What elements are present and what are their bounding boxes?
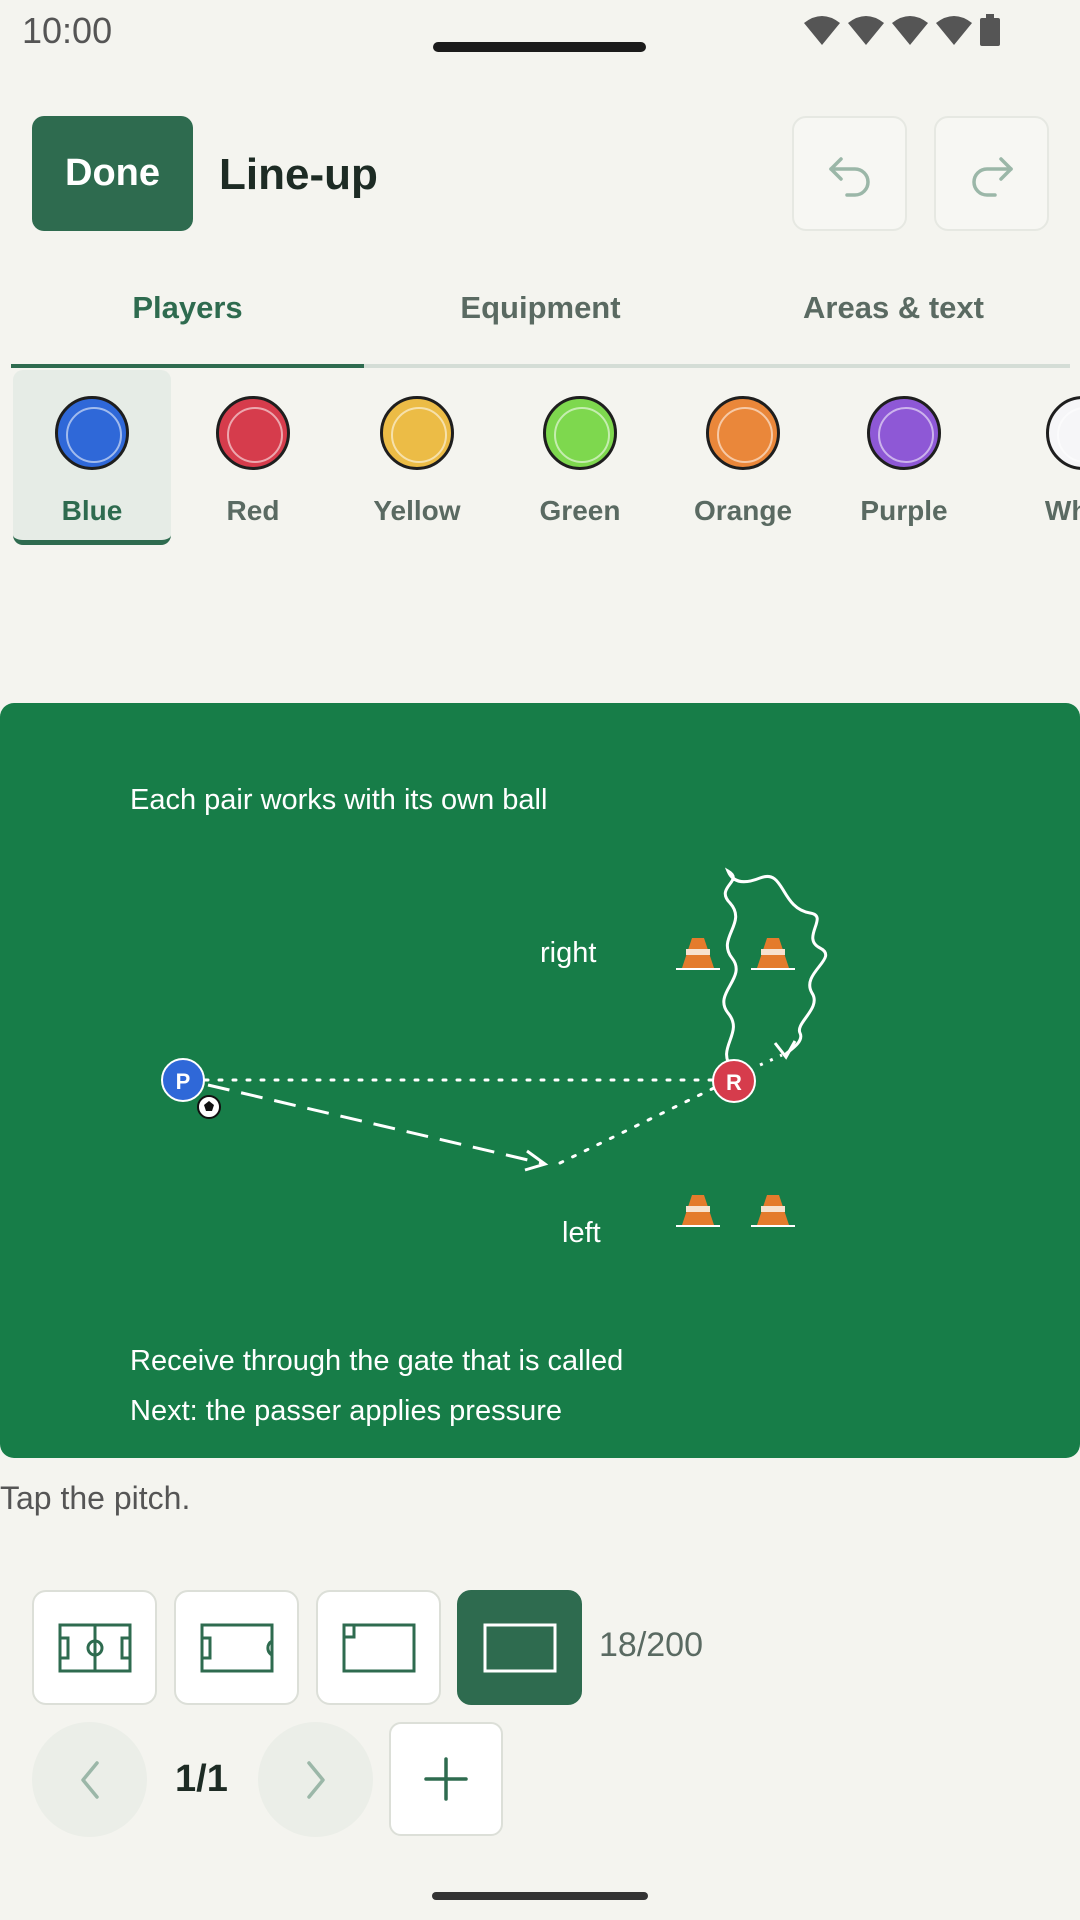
- player-blue[interactable]: P: [161, 1058, 205, 1102]
- previous-page-button[interactable]: [32, 1722, 147, 1837]
- next-page-button[interactable]: [258, 1722, 373, 1837]
- run-arrowhead: [524, 1149, 549, 1172]
- player-marker-label: R: [726, 1070, 742, 1095]
- corner-pitch-icon: [342, 1623, 415, 1672]
- swatch-label: Orange: [693, 495, 793, 526]
- swatch-label: Blue: [61, 495, 123, 526]
- chevron-left-icon: [80, 1760, 99, 1799]
- done-button[interactable]: Done: [32, 116, 193, 231]
- swatch-yellow[interactable]: Yellow: [338, 370, 496, 545]
- undo-icon: [828, 156, 870, 197]
- tab-bar: Players Equipment Areas & text: [11, 268, 1070, 368]
- battery-icon: [980, 14, 1000, 46]
- pitch-text-bottom-1[interactable]: Receive through the gate that is called: [130, 1345, 623, 1377]
- plus-icon: [424, 1757, 468, 1801]
- tab-equipment[interactable]: Equipment: [364, 290, 717, 326]
- undo-button[interactable]: [792, 116, 907, 231]
- player-token-icon: [867, 396, 941, 470]
- empty-frame-icon: [483, 1623, 556, 1672]
- top-bar: Done Line-up: [0, 110, 1080, 235]
- tab-players[interactable]: Players: [11, 290, 364, 326]
- swatch-blue[interactable]: Blue: [13, 370, 171, 545]
- gate-label-left[interactable]: left: [562, 1217, 601, 1249]
- status-time: 10:00: [22, 10, 113, 51]
- half-pitch-icon: [200, 1623, 273, 1672]
- page-navigation: 1/1: [0, 1722, 1080, 1837]
- tab-active-indicator: [11, 364, 364, 368]
- swatch-label: White: [1044, 495, 1080, 526]
- ball-icon[interactable]: [197, 1095, 221, 1119]
- redo-button[interactable]: [934, 116, 1049, 231]
- player-token-icon: [706, 396, 780, 470]
- home-indicator: [432, 1892, 648, 1900]
- wifi-icon: [848, 16, 884, 45]
- pitch-canvas[interactable]: Each pair works with its own ball right …: [0, 703, 1080, 1458]
- pitch-layout-toolbar: 18/200: [0, 1590, 1080, 1705]
- full-pitch-icon: [58, 1623, 131, 1672]
- half-pitch-button[interactable]: [174, 1590, 299, 1705]
- cone-icon[interactable]: [676, 938, 720, 970]
- run-line[interactable]: [207, 1083, 546, 1166]
- player-marker-label: P: [176, 1069, 191, 1094]
- cone-icon[interactable]: [751, 938, 795, 970]
- dribble-arrowhead: [773, 1040, 797, 1060]
- add-page-button[interactable]: [389, 1722, 503, 1836]
- pitch-text-top[interactable]: Each pair works with its own ball: [130, 784, 547, 816]
- swatch-green[interactable]: Green: [501, 370, 659, 545]
- player-token-icon: [55, 396, 129, 470]
- drill-drawing: Each pair works with its own ball right …: [130, 784, 828, 1427]
- swatch-purple[interactable]: Purple: [825, 370, 983, 545]
- full-pitch-button[interactable]: [32, 1590, 157, 1705]
- player-token-icon: [216, 396, 290, 470]
- player-token-icon: [543, 396, 617, 470]
- wifi-icon: [892, 16, 928, 45]
- corner-pitch-button[interactable]: [316, 1590, 441, 1705]
- player-token-icon: [380, 396, 454, 470]
- empty-frame-button[interactable]: [457, 1590, 582, 1705]
- page-indicator: 1/1: [175, 1758, 228, 1800]
- swatch-white[interactable]: White: [1004, 370, 1080, 545]
- wifi-icon: [936, 16, 972, 45]
- swatch-label: Purple: [860, 495, 948, 526]
- player-token-icon: [1046, 396, 1080, 470]
- wifi-icon: [804, 16, 840, 45]
- status-bar: 10:00: [0, 0, 1080, 60]
- cone-icon[interactable]: [751, 1195, 795, 1227]
- page-title: Line-up: [219, 150, 378, 199]
- swatch-orange[interactable]: Orange: [664, 370, 822, 545]
- swatch-red[interactable]: Red: [174, 370, 332, 545]
- element-counter: 18/200: [599, 1626, 703, 1664]
- swatch-label: Yellow: [373, 495, 461, 526]
- chevron-right-icon: [306, 1760, 325, 1799]
- gate-label-right[interactable]: right: [540, 937, 596, 969]
- status-icons: [804, 12, 1000, 48]
- pitch-text-bottom-2[interactable]: Next: the passer applies pressure: [130, 1395, 562, 1427]
- player-red[interactable]: R: [712, 1059, 756, 1103]
- dribble-connector: [759, 1053, 783, 1067]
- swatch-label: Green: [539, 495, 621, 526]
- player-color-list: Blue Red Yellow Green Orange Purple Whit…: [0, 370, 1080, 545]
- camera-notch: [433, 42, 646, 52]
- hint-text: Tap the pitch.: [0, 1480, 191, 1516]
- redo-icon: [971, 156, 1013, 197]
- tab-areas-text[interactable]: Areas & text: [717, 290, 1070, 326]
- cone-icon[interactable]: [676, 1195, 720, 1227]
- swatch-label: Red: [226, 495, 280, 526]
- return-pass-line[interactable]: [558, 1086, 716, 1165]
